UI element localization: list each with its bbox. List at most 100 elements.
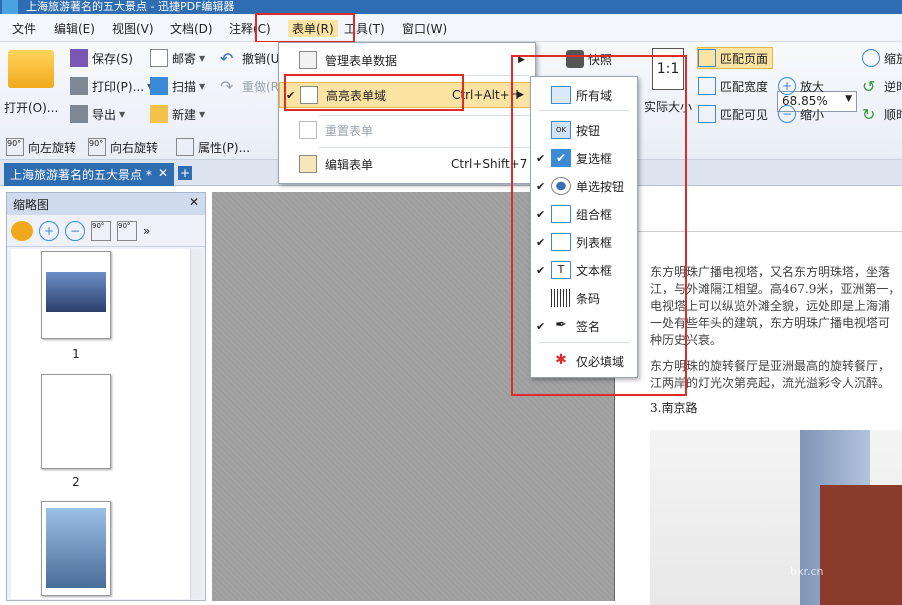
close-icon[interactable]: ✕ xyxy=(189,195,199,209)
zoom-out-button[interactable]: − 缩小 xyxy=(778,103,824,125)
fit-width-button[interactable]: 匹配宽度 xyxy=(698,75,768,97)
combobox-field-icon xyxy=(551,205,571,223)
menu-bar: 文件 编辑(E) 视图(V) 文档(D) 注释(C) 表单(R) 工具(T) 窗… xyxy=(0,14,902,42)
menu-tools[interactable]: 工具(T) xyxy=(344,20,385,37)
check-icon: ✔ xyxy=(536,151,546,165)
barcode-field-icon xyxy=(551,289,571,307)
menu-comment[interactable]: 注释(C) xyxy=(229,20,271,37)
chevron-right-icon: ▶ xyxy=(518,55,525,65)
paragraph: 东方明珠广播电视塔，又名东方明珠塔，坐落 江，与外滩隔江相望。高467.9米，亚… xyxy=(650,265,901,347)
print-button[interactable]: 打印(P)...▼ xyxy=(70,75,153,97)
check-icon: ✔ xyxy=(536,207,546,221)
window-title: 上海旅游著名的五大景点 - 迅捷PDF编辑器 xyxy=(26,0,235,13)
page-number: 1 xyxy=(72,347,80,361)
menu-separator xyxy=(539,110,629,111)
mail-button[interactable]: 邮寄 ▼ xyxy=(150,47,205,69)
close-icon[interactable]: ✕ xyxy=(158,166,168,180)
rotate-ccw-icon: ↺ xyxy=(862,77,876,96)
actual-size-icon[interactable]: 1:1 xyxy=(652,48,684,90)
listbox-field-icon xyxy=(551,233,571,251)
open-button[interactable]: 打开(O)... xyxy=(4,96,58,118)
title-bar: 上海旅游著名的五大景点 - 迅捷PDF编辑器 xyxy=(0,0,902,14)
edit-form-icon xyxy=(299,155,317,173)
thumbnail-page-2[interactable] xyxy=(41,374,111,469)
menu-document[interactable]: 文档(D) xyxy=(170,20,213,37)
menu-file[interactable]: 文件 xyxy=(12,20,36,37)
thumbnail-toolbar: + − 90° 90° » xyxy=(7,215,205,247)
zoom-in-button[interactable]: + 放大 xyxy=(778,75,824,97)
save-button[interactable]: 保存(S) xyxy=(70,47,133,69)
export-icon xyxy=(70,105,88,123)
chevron-down-icon[interactable]: » xyxy=(143,224,150,238)
mail-icon xyxy=(150,49,168,67)
print-icon xyxy=(70,77,88,95)
menu-item-reset-form[interactable]: 重置表单 xyxy=(279,117,535,143)
plus-circle-icon[interactable]: + xyxy=(39,220,59,241)
snapshot-button[interactable]: 快照 xyxy=(566,48,612,70)
menu-item-manage-form-data[interactable]: 管理表单数据 ▶ xyxy=(279,47,535,73)
rotate-left-icon[interactable]: 90° xyxy=(91,220,111,241)
scan-button[interactable]: 扫描 ▼ xyxy=(150,75,205,97)
rotate-right-icon: 90° xyxy=(88,138,106,156)
minus-circle-icon[interactable]: − xyxy=(65,220,85,241)
fit-visible-button[interactable]: 匹配可见 xyxy=(698,103,768,125)
zoom-tool-button[interactable]: 缩放 xyxy=(862,47,902,69)
rotate-left-button[interactable]: 90° 向左旋转 xyxy=(6,136,76,158)
field-checkbox[interactable]: ✔ ✔ 复选框 xyxy=(531,145,637,171)
thumbnail-scrollbar[interactable] xyxy=(190,249,202,599)
chevron-right-icon: ▶ xyxy=(517,90,524,100)
menu-item-edit-form[interactable]: 编辑表单 Ctrl+Shift+7 xyxy=(279,151,535,177)
rotate-right-button[interactable]: 90° 向右旋转 xyxy=(88,136,158,158)
button-field-icon: OK xyxy=(551,121,571,139)
field-button[interactable]: OK 按钮 xyxy=(531,117,637,143)
page-header-line xyxy=(615,202,902,232)
menu-separator xyxy=(539,342,629,343)
thumbnail-page-1[interactable] xyxy=(41,251,111,339)
field-listbox[interactable]: ✔ 列表框 xyxy=(531,229,637,255)
rotate-cw-button[interactable]: ↻顺时 xyxy=(862,103,902,125)
field-type-submenu: 所有域 OK 按钮 ✔ ✔ 复选框 ✔ 单选按钮 ✔ 组合框 ✔ 列表框 ✔ T 文本框 条码 … xyxy=(530,76,638,378)
thumbnail-panel: 缩略图 ✕ + − 90° 90° » 1 2 xyxy=(6,192,206,601)
menu-edit[interactable]: 编辑(E) xyxy=(54,20,95,37)
redo-icon: ↷ xyxy=(220,77,234,96)
menu-form[interactable]: 表单(R) xyxy=(288,20,338,37)
menu-view[interactable]: 视图(V) xyxy=(112,20,154,37)
checkbox-field-icon: ✔ xyxy=(551,149,571,167)
menu-item-highlight-fields[interactable]: ✔ 高亮表单域 Ctrl+Alt+H ▶ xyxy=(279,82,535,108)
field-all[interactable]: 所有域 xyxy=(531,82,637,108)
camera-icon xyxy=(566,50,584,68)
chevron-down-icon: ▼ xyxy=(199,53,206,63)
scan-icon xyxy=(150,77,168,95)
document-tab[interactable]: 上海旅游著名的五大景点 * ✕ xyxy=(4,163,174,186)
fit-visible-icon xyxy=(698,105,716,123)
properties-button[interactable]: 属性(P)... xyxy=(176,136,250,158)
field-barcode[interactable]: 条码 xyxy=(531,285,637,311)
textbox-field-icon: T xyxy=(551,261,571,279)
field-textbox[interactable]: ✔ T 文本框 xyxy=(531,257,637,283)
field-radio[interactable]: ✔ 单选按钮 xyxy=(531,173,637,199)
field-signature[interactable]: ✔ ✒ 签名 xyxy=(531,313,637,339)
add-tab-button[interactable]: + xyxy=(178,166,192,180)
gear-icon[interactable] xyxy=(11,220,33,241)
fit-page-button[interactable]: 匹配页面 xyxy=(697,47,774,69)
rotate-ccw-button[interactable]: ↺逆时 xyxy=(862,75,902,97)
open-folder-icon[interactable] xyxy=(8,50,54,88)
all-fields-icon xyxy=(551,86,571,104)
rotate-right-icon[interactable]: 90° xyxy=(117,220,137,241)
menu-separator xyxy=(319,147,529,148)
thumbnail-page-3[interactable] xyxy=(41,501,111,596)
redo-button[interactable]: ↷ 重做(R) xyxy=(220,75,284,97)
undo-button[interactable]: ↶ 撤销(U) xyxy=(220,47,284,69)
menu-window[interactable]: 窗口(W) xyxy=(402,20,447,37)
thumbnail-image xyxy=(46,508,106,588)
page-number: 2 xyxy=(72,475,80,489)
new-button[interactable]: 新建 ▼ xyxy=(150,103,205,125)
field-required-only[interactable]: ✱ 仅必填域 xyxy=(531,348,637,374)
actual-size-button[interactable]: 实际大小 xyxy=(644,95,692,117)
minus-circle-icon: − xyxy=(778,105,796,123)
field-combobox[interactable]: ✔ 组合框 xyxy=(531,201,637,227)
export-button[interactable]: 导出 ▼ xyxy=(70,103,125,125)
menu-separator xyxy=(319,115,529,116)
reset-form-icon xyxy=(299,121,317,139)
building-image xyxy=(650,430,902,605)
